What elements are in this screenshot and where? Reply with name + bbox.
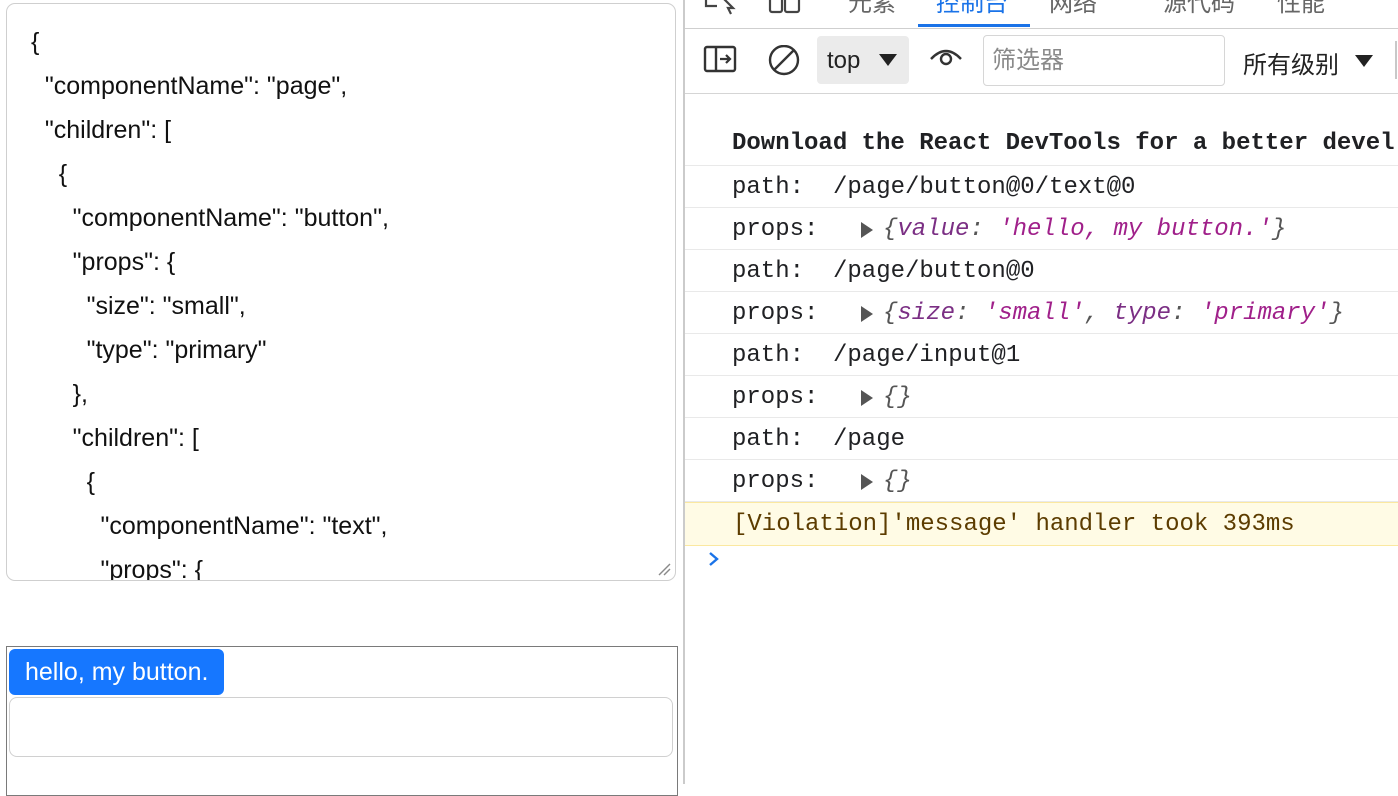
code-line: "componentName": "text", <box>31 512 388 540</box>
expand-triangle-icon[interactable] <box>861 222 873 238</box>
console-message-banner: Download the React DevTools for a better… <box>685 94 1398 166</box>
prop-value: 'primary' <box>1199 300 1330 327</box>
log-levels-dropdown[interactable]: 所有级别 <box>1243 45 1339 80</box>
prop-value: 'small' <box>983 300 1085 327</box>
console-props-row: props: {size: 'small', type: 'primary'} <box>685 292 1398 334</box>
context-selector[interactable]: top <box>817 36 909 84</box>
path-key: path: <box>732 342 805 369</box>
console-path-row: path: /page/button@0/text@0 <box>685 166 1398 208</box>
toolbar-divider <box>1395 41 1397 79</box>
react-devtools-message: Download the React DevTools for a better… <box>732 130 1395 157</box>
props-key: props: <box>732 300 819 327</box>
prop-key: size <box>897 300 956 327</box>
tab-performance[interactable]: 性能 <box>1277 0 1325 22</box>
props-object[interactable]: {size: 'small', type: 'primary'} <box>883 300 1344 327</box>
tab-network[interactable]: 网络 <box>1049 0 1097 22</box>
path-key: path: <box>732 426 805 453</box>
inspect-element-icon[interactable] <box>703 0 739 16</box>
prop-key: value <box>897 216 970 243</box>
expand-triangle-icon[interactable] <box>861 474 873 490</box>
path-value: /page/button@0/text@0 <box>833 174 1136 201</box>
json-schema-editor[interactable]: { "componentName": "page", "children": [… <box>6 3 676 581</box>
props-key: props: <box>732 468 819 495</box>
code-line: }, <box>31 380 88 408</box>
path-key: path: <box>732 174 805 201</box>
expand-triangle-icon[interactable] <box>861 390 873 406</box>
context-value: top <box>827 47 861 74</box>
console-props-row: props: {} <box>685 376 1398 418</box>
console-path-row: path: /page/input@1 <box>685 334 1398 376</box>
active-tab-indicator <box>918 24 1030 27</box>
clear-console-icon[interactable] <box>767 45 801 79</box>
console-output: Download the React DevTools for a better… <box>685 94 1398 546</box>
console-filter-input[interactable] <box>983 35 1225 86</box>
levels-chevron-down-icon <box>1355 55 1373 67</box>
path-value: /page/button@0 <box>833 258 1035 285</box>
editor-lines: { "componentName": "page", "children": [… <box>31 20 389 581</box>
code-line: "props": { <box>31 248 176 276</box>
prop-key: type <box>1113 300 1172 327</box>
sidebar-toggle-icon[interactable] <box>703 45 737 73</box>
console-props-row: props: {value: 'hello, my button.'} <box>685 208 1398 250</box>
devtools-panel: 元素 控制台 网络 源代码 性能 top 所有级别 Downloa <box>685 0 1398 784</box>
console-entries: path: /page/button@0/text@0 props: {value: … <box>685 166 1398 502</box>
devtools-tab-bar: 元素 控制台 网络 源代码 性能 <box>685 0 1398 29</box>
code-line: "children": [ <box>31 116 172 144</box>
code-line: "size": "small", <box>31 292 246 320</box>
chevron-down-icon <box>879 54 897 66</box>
live-expression-eye-icon[interactable] <box>929 45 963 69</box>
props-object[interactable]: {} <box>883 384 912 411</box>
props-key: props: <box>732 216 819 243</box>
code-line: "props": { <box>31 556 203 581</box>
tab-console[interactable]: 控制台 <box>936 0 1008 22</box>
props-object[interactable]: {} <box>883 468 912 495</box>
props-key: props: <box>732 384 819 411</box>
props-object[interactable]: {value: 'hello, my button.'} <box>883 216 1286 243</box>
expand-triangle-icon[interactable] <box>861 306 873 322</box>
console-toolbar: top 所有级别 <box>685 29 1398 94</box>
path-value: /page/input@1 <box>833 342 1021 369</box>
code-line: { <box>31 28 40 56</box>
code-line: "type": "primary" <box>31 336 267 364</box>
console-path-row: path: /page <box>685 418 1398 460</box>
resize-grip-icon[interactable] <box>657 562 671 576</box>
device-toolbar-icon[interactable] <box>767 0 803 16</box>
path-value: /page <box>833 426 906 453</box>
preview-input[interactable] <box>9 697 673 757</box>
path-key: path: <box>732 258 805 285</box>
console-prompt-chevron-icon[interactable] <box>707 552 721 566</box>
violation-text: [Violation]'message' handler took 393ms <box>733 511 1295 538</box>
console-path-row: path: /page/button@0 <box>685 250 1398 292</box>
hello-button[interactable]: hello, my button. <box>9 649 225 695</box>
app-pane: { "componentName": "page", "children": [… <box>0 0 683 796</box>
console-violation-warning: [Violation]'message' handler took 393ms <box>685 502 1398 546</box>
code-line: "children": [ <box>31 424 199 452</box>
tab-elements[interactable]: 元素 <box>848 0 896 22</box>
code-line: { <box>31 160 68 188</box>
code-line: { <box>31 468 95 496</box>
code-line: "componentName": "button", <box>31 204 389 232</box>
preview-area: hello, my button. <box>6 646 678 796</box>
code-line: "componentName": "page", <box>31 72 348 100</box>
prop-value: 'hello, my button.' <box>998 216 1272 243</box>
console-props-row: props: {} <box>685 460 1398 502</box>
tab-sources[interactable]: 源代码 <box>1163 0 1235 22</box>
